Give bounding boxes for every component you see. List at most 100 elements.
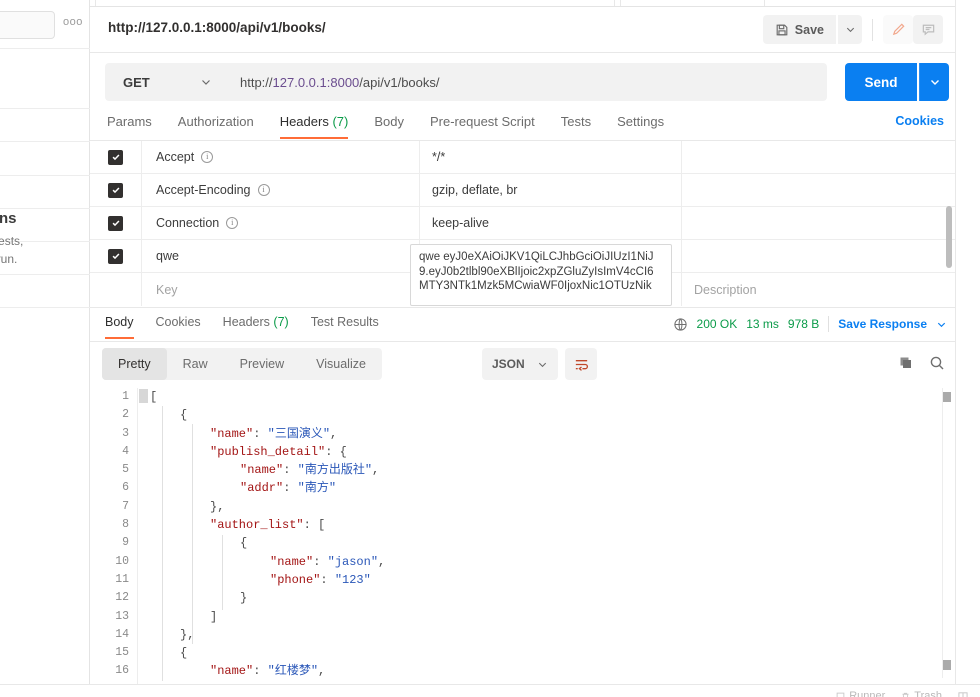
header-key-label: Connection xyxy=(156,216,220,230)
header-key-cell[interactable]: Connection i xyxy=(142,207,420,239)
response-tab-body[interactable]: Body xyxy=(105,311,134,339)
format-preview-button[interactable]: Preview xyxy=(224,348,300,380)
http-method-label: GET xyxy=(123,74,150,90)
url-input[interactable]: http://127.0.0.1:8000/api/v1/books/ xyxy=(225,63,827,101)
header-description-cell[interactable] xyxy=(682,240,955,272)
header-key-cell[interactable]: qwe xyxy=(142,240,420,272)
header-key-cell[interactable]: Accept i xyxy=(142,141,420,173)
response-code-viewer[interactable]: 1 2 3 4 5 6 7 8 9 10 11 12 13 14 15 16 [… xyxy=(90,388,955,684)
tab-headers[interactable]: Headers (7) xyxy=(279,110,348,139)
header-value-cell[interactable]: */* xyxy=(420,141,682,173)
request-header-actions: Save xyxy=(762,15,943,44)
info-icon[interactable]: i xyxy=(201,151,214,163)
runner-icon xyxy=(836,692,845,697)
code-line: } xyxy=(138,589,955,607)
edit-request-button[interactable] xyxy=(883,15,913,44)
url-scheme: http:// xyxy=(240,74,273,90)
trash-button[interactable]: Trash xyxy=(901,690,942,697)
pencil-icon xyxy=(891,22,906,37)
sidebar-search-input[interactable] xyxy=(0,11,55,39)
code-token: "publish_detail" xyxy=(210,444,326,459)
url-bar: GET http://127.0.0.1:8000/api/v1/books/ … xyxy=(90,53,955,108)
code-fold-marker[interactable] xyxy=(139,389,148,403)
code-token: , xyxy=(372,463,380,478)
more-horizontal-icon[interactable]: ooo xyxy=(63,17,83,28)
sidebar-empty-line-1: d requests, xyxy=(0,234,24,248)
code-token: : xyxy=(253,426,268,441)
header-key-input[interactable]: Key xyxy=(142,273,420,306)
code-line: "addr": "南方" xyxy=(138,479,955,497)
save-options-button[interactable] xyxy=(838,15,862,44)
code-token: "author_list" xyxy=(210,518,304,533)
wrap-lines-button[interactable] xyxy=(565,348,597,380)
headers-table: Accept i */* Accept-Encoding i gzip, def… xyxy=(90,141,955,307)
line-number: 11 xyxy=(115,572,129,586)
search-icon[interactable] xyxy=(929,355,945,371)
tab-settings[interactable]: Settings xyxy=(617,110,664,138)
tab-body-label: Body xyxy=(374,114,404,129)
table-row[interactable]: Accept i */* xyxy=(90,141,955,174)
format-pretty-button[interactable]: Pretty xyxy=(102,348,167,380)
header-value-cell[interactable]: keep-alive xyxy=(420,207,682,239)
send-button[interactable]: Send xyxy=(845,63,917,101)
header-row-checkbox-cell[interactable] xyxy=(90,207,142,239)
table-row[interactable]: Connection i keep-alive xyxy=(90,207,955,240)
http-method-select[interactable]: GET xyxy=(105,63,225,101)
cookies-link[interactable]: Cookies xyxy=(895,114,944,128)
comment-icon xyxy=(921,22,936,37)
tab-tests-label: Tests xyxy=(560,114,592,129)
runner-label: Runner xyxy=(849,690,886,697)
table-row[interactable]: Accept-Encoding i gzip, deflate, br xyxy=(90,174,955,207)
save-response-button[interactable]: Save Response xyxy=(838,317,927,331)
header-description-cell[interactable] xyxy=(682,174,955,206)
header-row-checkbox-cell[interactable] xyxy=(90,174,142,206)
format-raw-button[interactable]: Raw xyxy=(167,348,224,380)
code-lines[interactable]: [{"name": "三国演义", "publish_detail": {"nam… xyxy=(138,388,955,684)
tab-tests[interactable]: Tests xyxy=(561,110,591,138)
save-button[interactable]: Save xyxy=(762,15,836,44)
checkbox-checked[interactable] xyxy=(108,248,123,264)
copy-icon[interactable] xyxy=(898,355,914,371)
chevron-down-icon[interactable] xyxy=(936,319,947,330)
checkbox-checked[interactable] xyxy=(108,149,123,165)
response-actions xyxy=(898,355,945,371)
header-row-checkbox-cell[interactable] xyxy=(90,141,142,173)
code-scrollbar-thumb-top[interactable] xyxy=(943,392,951,402)
header-value-expanded-editor[interactable]: qwe eyJ0eXAiOiJKV1QiLCJhbGciOiJIUzI1NiJ9… xyxy=(410,244,672,306)
tab-params[interactable]: Params xyxy=(107,110,152,138)
header-description-cell[interactable] xyxy=(682,207,955,239)
tab-body[interactable]: Body xyxy=(374,110,404,138)
header-description-input[interactable]: Description xyxy=(682,273,955,306)
code-scrollbar-thumb-bottom[interactable] xyxy=(943,660,951,670)
response-tab-test-results-label: Test Results xyxy=(310,315,379,329)
code-token: : xyxy=(253,664,268,679)
checkbox-checked[interactable] xyxy=(108,182,123,198)
info-icon[interactable]: i xyxy=(257,184,270,196)
header-description-cell[interactable] xyxy=(682,141,955,173)
response-format-segmented-control: Pretty Raw Preview Visualize xyxy=(102,348,382,380)
headers-table-scrollbar[interactable] xyxy=(946,206,952,268)
checkbox-checked[interactable] xyxy=(108,215,123,231)
status-badge: 200 OK xyxy=(696,317,738,331)
header-value-cell[interactable]: gzip, deflate, br xyxy=(420,174,682,206)
code-line: [ xyxy=(138,388,955,406)
format-visualize-button[interactable]: Visualize xyxy=(300,348,382,380)
tab-pre-request-script[interactable]: Pre-request Script xyxy=(430,110,535,138)
info-icon[interactable]: i xyxy=(226,217,239,229)
header-row-checkbox-cell[interactable] xyxy=(90,240,142,272)
header-key-cell[interactable]: Accept-Encoding i xyxy=(142,174,420,206)
response-tab-headers[interactable]: Headers (7) xyxy=(223,311,289,338)
response-tab-cookies[interactable]: Cookies xyxy=(156,311,201,338)
response-tab-test-results[interactable]: Test Results xyxy=(311,311,379,338)
header-key-label: qwe xyxy=(156,249,179,263)
response-language-label: JSON xyxy=(492,357,525,371)
tab-authorization[interactable]: Authorization xyxy=(178,110,254,138)
header-row-checkbox-cell-empty[interactable] xyxy=(90,273,142,306)
layout-toggle-button[interactable] xyxy=(958,691,968,697)
tab-params-label: Params xyxy=(107,114,152,129)
send-options-button[interactable] xyxy=(919,63,949,101)
response-language-select[interactable]: JSON xyxy=(482,348,558,380)
runner-button[interactable]: Runner xyxy=(836,690,885,697)
line-number: 9 xyxy=(122,536,129,550)
comment-button[interactable] xyxy=(913,15,943,44)
